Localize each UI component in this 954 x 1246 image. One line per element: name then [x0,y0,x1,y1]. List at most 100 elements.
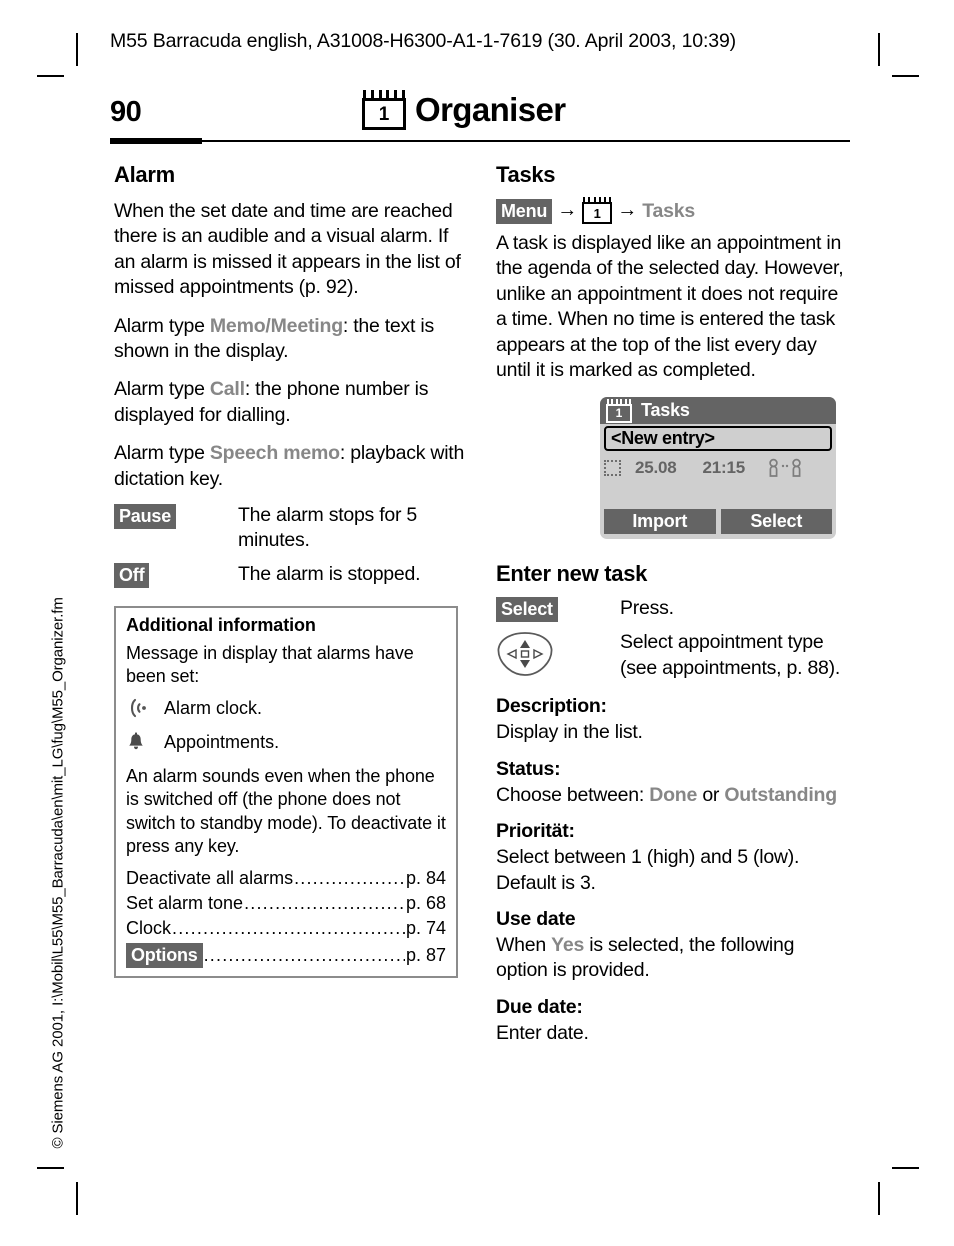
reference-page: p. 74 [405,918,446,939]
status-text-prefix: Choose between: [496,783,650,806]
chapter-header: 90 1 Organiser [110,88,850,144]
reference-row-deactivate-alarms: Deactivate all alarms ..................… [126,866,446,891]
status-option-outstanding: Outstanding [724,783,837,806]
header-rule-thick [110,138,202,144]
reference-row-set-alarm-tone: Set alarm tone .........................… [126,891,446,916]
key-row-off: Off The alarm is stopped. [114,562,466,588]
arrow-icon: → [617,199,638,221]
softkey-select[interactable]: Select [496,597,558,623]
document-header: M55 Barracuda english, A31008-H6300-A1-1… [110,30,736,52]
key-cell [496,630,620,682]
reference-page: p. 68 [405,893,446,914]
status-text-middle: or [697,783,725,806]
task-time: 21:15 [702,458,746,478]
info-row-text: Appointments. [164,731,280,752]
reference-label: Clock [126,918,172,939]
alarm-type-prefix: Alarm type [114,378,210,401]
softkey-off[interactable]: Off [114,562,150,588]
left-column: Alarm When the set date and time are rea… [114,162,466,979]
use-date-option-yes: Yes [551,934,585,957]
calendar-icon: 1 [582,197,613,224]
info-row-alarm-clock: Alarm clock. [126,697,446,723]
section-title-alarm: Alarm [114,162,175,187]
key-row-pause: Pause The alarm stops for 5 minutes. [114,503,466,554]
bell-icon [126,731,164,757]
empty-dotted-checkbox-icon [604,460,621,477]
alarm-type-memo-meeting: Alarm type Memo/Meeting: the text is sho… [114,314,466,365]
phone-display-mockup: 1 Tasks <New entry> 25.08 21:15 Import S… [600,397,836,540]
softkey-options[interactable]: Options [126,943,203,969]
use-date-text-prefix: When [496,934,552,957]
info-box-note: An alarm sounds even when the phone is s… [126,765,446,856]
softkey-menu[interactable]: Menu [496,199,553,224]
crop-mark-top-left-horizontal [37,75,64,77]
section-title-enter-new-task: Enter new task [496,561,648,587]
section-title-tasks: Tasks [496,162,556,187]
crop-mark-bottom-left-horizontal [37,1167,64,1169]
alarm-type-prefix: Alarm type [114,314,210,337]
alarm-clock-icon [126,697,164,723]
key-description: The alarm stops for 5 minutes. [238,504,417,552]
field-heading-status: Status: [496,757,561,780]
alarm-type-term: Memo/Meeting [209,314,343,337]
key-cell: Off [114,562,238,588]
page-number: 90 [110,96,142,128]
info-row-appointments: Appointments. [126,731,446,757]
crop-mark-top-left-vertical [76,33,78,66]
phone-display-title: Tasks [641,400,690,421]
leader-dots: ........................................… [172,918,405,939]
key-description: The alarm is stopped. [238,562,421,585]
key-row-navigation: Select appointment type (see appointment… [496,630,848,682]
phone-list-item-task[interactable]: 25.08 21:15 [604,455,832,481]
tasks-intro-paragraph: A task is displayed like an appointment … [496,232,844,382]
reference-label: Deactivate all alarms [126,868,294,889]
alarm-type-prefix: Alarm type [114,442,210,465]
reference-page: p. 84 [405,868,446,889]
calendar-day-digit: 1 [362,98,406,130]
crop-mark-top-right-horizontal [892,75,919,77]
header-rule-thin [202,140,850,142]
reference-row-clock: Clock ..................................… [126,916,446,941]
right-column: Tasks Menu → 1 → Tasks A task is displayed l… [496,162,848,1057]
additional-information-box: Additional information Message in displa… [114,605,458,979]
alarm-intro-paragraph: When the set date and time are reached t… [114,200,461,299]
leader-dots: ........................................… [244,893,405,914]
alarm-type-call: Alarm type Call: the phone number is dis… [114,377,466,428]
info-box-intro: Message in display that alarms have been… [126,642,414,687]
info-row-text: Alarm clock. [164,697,263,718]
nav-destination: Tasks [642,200,696,222]
field-text-due-date: Enter date. [496,1021,589,1044]
alarm-type-term: Speech memo [209,442,340,465]
field-text-status: Choose between: Done or Outstanding [496,783,848,808]
key-cell: Pause [114,503,238,530]
reference-label: Options [126,943,203,969]
key-description: Select appointment type (see appointment… [620,631,841,679]
phone-list-item-new-entry[interactable]: <New entry> [604,426,832,452]
phone-softkey-select[interactable]: Select [720,509,832,535]
crop-mark-bottom-right-horizontal [892,1167,919,1169]
calendar-icon: 1 [606,398,632,423]
info-box-title: Additional information [126,614,316,635]
crop-mark-top-right-vertical [878,33,880,66]
reference-page: p. 87 [405,945,446,966]
crop-mark-bottom-right-vertical [878,1182,880,1215]
chapter-title: Organiser [415,91,566,128]
status-option-done: Done [649,783,698,806]
alarm-type-term: Call [209,378,245,401]
softkey-pause[interactable]: Pause [114,504,177,530]
field-heading-description: Description: [496,695,607,718]
field-heading-use-date: Use date [496,908,576,931]
navigation-path: Menu → 1 → Tasks [496,196,848,225]
phone-display-titlebar: 1 Tasks [600,397,836,425]
calendar-day-digit: 1 [582,202,613,224]
navigation-key-icon[interactable] [496,632,554,681]
two-people-icon [767,458,803,478]
field-heading-prioritaet: Priorität: [496,820,575,843]
field-heading-due-date: Due date: [496,995,583,1018]
phone-display-softkeys: Import Select [604,509,832,535]
side-caption-filepath: © Siemens AG 2001, I:\Mobil\L55\M55_Barr… [49,597,67,1149]
phone-softkey-import[interactable]: Import [604,509,716,535]
chapter-title-group: 1 Organiser [362,88,566,132]
calendar-icon: 1 [362,90,406,130]
leader-dots: ........................................… [294,868,405,889]
